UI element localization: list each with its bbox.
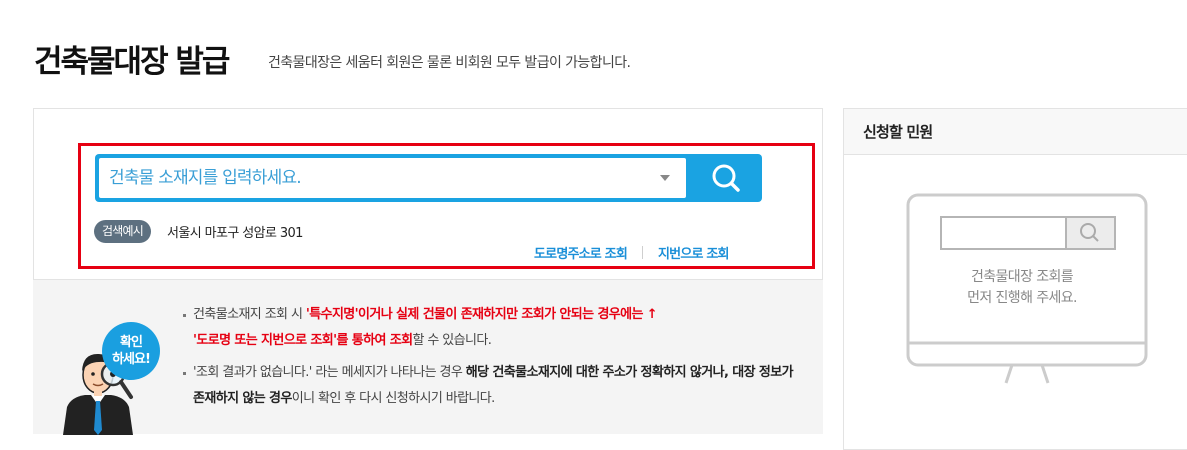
search-icon — [712, 164, 740, 192]
example-badge: 검색예시 — [94, 220, 151, 243]
notice-text: 이니 확인 후 다시 신청하시기 바랍니다. — [291, 391, 496, 406]
notice-text: 건축물소재지 조회 시 — [193, 307, 306, 322]
search-button[interactable] — [689, 154, 762, 202]
notice-text: 할 수 있습니다. — [412, 333, 492, 348]
search-bar — [95, 154, 762, 202]
example-address: 서울시 마포구 성암로 301 — [167, 226, 303, 241]
notice-highlight: '특수지명'이거나 실제 건물이 존재하지만 조회가 안되는 경우에는 ↑ — [305, 307, 658, 322]
check-notice-bubble: 확인 하세요! — [102, 322, 160, 380]
address-search-input[interactable] — [99, 158, 639, 198]
notice-item: 건축물소재지 조회 시 '특수지명'이거나 실제 건물이 존재하지만 조회가 안… — [183, 302, 803, 354]
road-address-lookup-link[interactable]: 도로명주소로 조회 — [534, 243, 628, 262]
divider — [642, 246, 644, 259]
bubble-line: 하세요! — [112, 352, 151, 367]
chevron-down-icon[interactable] — [660, 175, 670, 181]
notice-list: 건축물소재지 조회 시 '특수지명'이거나 실제 건물이 존재하지만 조회가 안… — [183, 302, 803, 418]
lookup-links: 도로명주소로 조회 지번으로 조회 — [534, 243, 729, 262]
bubble-line: 확인 — [120, 335, 143, 350]
page-title: 건축물대장 발급 — [34, 44, 230, 80]
sidebar-title: 신청할 민원 — [844, 109, 1187, 155]
requested-applications-panel: 신청할 민원 건축물대장 조회를 먼저 진행해 주세요. — [843, 108, 1187, 450]
notice-text: '조회 결과가 없습니다.' 라는 메세지가 나타나는 경우 — [193, 365, 466, 380]
notice-item: '조회 결과가 없습니다.' 라는 메세지가 나타나는 경우 해당 건축물소재지… — [183, 360, 803, 412]
empty-line: 건축물대장 조회를 — [970, 269, 1074, 285]
search-field — [99, 158, 686, 198]
empty-line: 먼저 진행해 주세요. — [967, 290, 1077, 306]
lot-number-lookup-link[interactable]: 지번으로 조회 — [658, 243, 729, 262]
page-description: 건축물대장은 세움터 회원은 물론 비회원 모두 발급이 가능합니다. — [268, 55, 631, 71]
empty-state-message: 건축물대장 조회를 먼저 진행해 주세요. — [922, 267, 1122, 309]
notice-highlight: '도로명 또는 지번으로 조회'를 통하여 조회 — [193, 333, 413, 348]
